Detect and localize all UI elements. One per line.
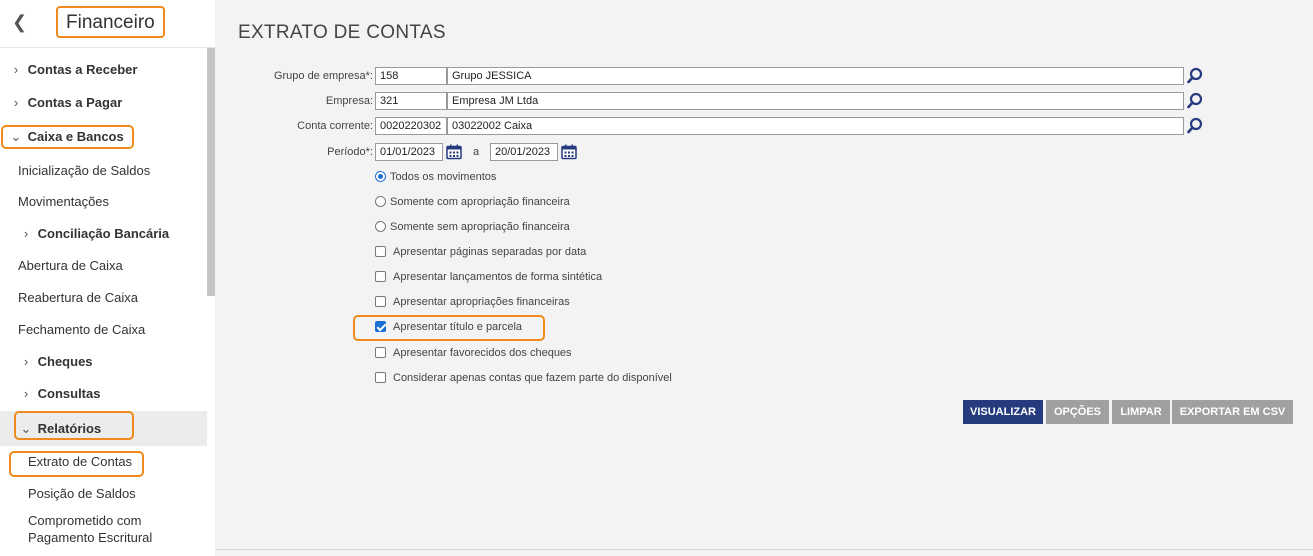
sidebar-item-posicao-de-saldos[interactable]: Posição de Saldos	[0, 480, 207, 508]
checkbox-label: Considerar apenas contas que fazem parte…	[393, 372, 672, 384]
sidebar-item-label: Comprometido com	[28, 513, 142, 528]
checkbox-label: Apresentar lançamentos de forma sintétic…	[393, 271, 603, 283]
checkbox-forma-sintetica[interactable]: Apresentar lançamentos de forma sintétic…	[375, 269, 602, 285]
sidebar-item-reabertura-de-caixa[interactable]: Reabertura de Caixa	[0, 284, 207, 312]
opcoes-button[interactable]: OPÇÕES	[1046, 400, 1109, 424]
periodo-start-input[interactable]: 01/01/2023	[375, 143, 443, 161]
sidebar-item-label: Pagamento Escritural	[28, 530, 153, 545]
chevron-right-icon: ›	[13, 95, 19, 110]
empresa-label: Empresa:	[325, 95, 373, 107]
sidebar-item-label: Posição de Saldos	[28, 486, 136, 501]
sidebar-item-label: Reabertura de Caixa	[18, 290, 138, 305]
checkbox-label: Apresentar favorecidos dos cheques	[393, 347, 572, 359]
sidebar-item-label: Fechamento de Caixa	[18, 322, 146, 337]
checkbox[interactable]	[375, 372, 386, 383]
checkbox[interactable]	[375, 246, 386, 257]
search-icon[interactable]	[1186, 117, 1204, 135]
sidebar-item-label: Consultas	[37, 386, 101, 401]
sidebar-item-pagamento-escritural[interactable]: Pagamento Escritural	[0, 529, 207, 546]
conta-label: Conta corrente:	[297, 120, 373, 132]
sidebar-item-comprometido[interactable]: Comprometido com	[0, 512, 207, 529]
sidebar-item-inicializacao-de-saldos[interactable]: Inicialização de Saldos	[0, 157, 207, 185]
sidebar-item-fechamento-de-caixa[interactable]: Fechamento de Caixa	[0, 316, 207, 344]
empresa-code-input[interactable]: 321	[375, 92, 447, 110]
back-arrow-icon[interactable]: ❮	[12, 12, 27, 32]
checkbox[interactable]	[375, 271, 386, 282]
sidebar-title: Financeiro	[56, 6, 165, 38]
checkbox-label: Apresentar apropriações financeiras	[393, 296, 570, 308]
conta-code-input[interactable]: 0020220302	[375, 117, 447, 135]
radio-button[interactable]	[375, 171, 386, 182]
radio-label: Somente com apropriação financeira	[390, 196, 570, 208]
highlight-caixa-e-bancos	[1, 125, 134, 149]
sidebar-header: ❮ Financeiro	[0, 0, 215, 48]
sidebar-item-abertura-de-caixa[interactable]: Abertura de Caixa	[0, 252, 207, 280]
sidebar-item-cheques[interactable]: › Cheques	[0, 348, 207, 376]
radio-com-apropriacao[interactable]: Somente com apropriação financeira	[375, 194, 570, 210]
sidebar-item-contas-a-pagar[interactable]: › Contas a Pagar	[0, 89, 207, 117]
calendar-icon[interactable]	[561, 144, 577, 160]
sidebar-item-label: Inicialização de Saldos	[18, 163, 151, 178]
search-icon[interactable]	[1186, 67, 1204, 85]
radio-button[interactable]	[375, 221, 386, 232]
main-content: EXTRATO DE CONTAS Grupo de empresa*: 158…	[215, 0, 1313, 556]
sidebar-item-label: Movimentações	[18, 194, 110, 209]
radio-todos-movimentos[interactable]: Todos os movimentos	[375, 169, 496, 185]
sidebar: ❮ Financeiro › Contas a Receber › Contas…	[0, 0, 215, 556]
highlight-relatorios	[14, 411, 134, 440]
search-icon[interactable]	[1186, 92, 1204, 110]
sidebar-item-label: Contas a Pagar	[27, 95, 123, 110]
chevron-right-icon: ›	[23, 386, 29, 401]
radio-label: Todos os movimentos	[390, 171, 497, 183]
grupo-code-input[interactable]: 158	[375, 67, 447, 85]
checkbox-label: Apresentar páginas separadas por data	[393, 246, 587, 258]
sidebar-item-label: Cheques	[37, 354, 93, 369]
chevron-right-icon: ›	[13, 62, 19, 77]
checkbox-apropriacoes[interactable]: Apresentar apropriações financeiras	[375, 294, 570, 310]
sidebar-item-label: Conciliação Bancária	[37, 226, 170, 241]
checkbox[interactable]	[375, 347, 386, 358]
chevron-right-icon: ›	[23, 354, 29, 369]
conta-name-input[interactable]: 03022002 Caixa	[447, 117, 1184, 135]
radio-button[interactable]	[375, 196, 386, 207]
checkbox-favorecidos[interactable]: Apresentar favorecidos dos cheques	[375, 345, 572, 361]
sidebar-item-label: Contas a Receber	[27, 62, 138, 77]
visualizar-button[interactable]: VISUALIZAR	[963, 400, 1043, 424]
sidebar-scrollbar[interactable]	[207, 48, 215, 296]
chevron-right-icon: ›	[23, 226, 29, 241]
sidebar-item-movimentacoes[interactable]: Movimentações	[0, 188, 207, 216]
highlight-titulo-parcela	[353, 315, 545, 341]
grupo-name-input[interactable]: Grupo JESSICA	[447, 67, 1184, 85]
page-title: EXTRATO DE CONTAS	[238, 22, 446, 43]
periodo-label: Período*:	[327, 146, 373, 158]
checkbox-paginas-separadas[interactable]: Apresentar páginas separadas por data	[375, 244, 586, 260]
sidebar-item-label: Abertura de Caixa	[18, 258, 123, 273]
sidebar-item-consultas[interactable]: › Consultas	[0, 380, 207, 408]
checkbox[interactable]	[375, 296, 386, 307]
footer	[215, 549, 1313, 556]
grupo-label: Grupo de empresa*:	[273, 70, 373, 82]
sidebar-item-conciliacao-bancaria[interactable]: › Conciliação Bancária	[0, 220, 207, 248]
radio-sem-apropriacao[interactable]: Somente sem apropriação financeira	[375, 219, 570, 235]
highlight-extrato-de-contas	[9, 451, 144, 477]
calendar-icon[interactable]	[446, 144, 462, 160]
periodo-end-input[interactable]: 20/01/2023	[490, 143, 558, 161]
sidebar-item-contas-a-receber[interactable]: › Contas a Receber	[0, 56, 207, 84]
periodo-separator: a	[472, 146, 480, 158]
exportar-csv-button[interactable]: EXPORTAR EM CSV	[1172, 400, 1293, 424]
radio-label: Somente sem apropriação financeira	[390, 221, 570, 233]
checkbox-contas-disponivel[interactable]: Considerar apenas contas que fazem parte…	[375, 370, 672, 386]
empresa-name-input[interactable]: Empresa JM Ltda	[447, 92, 1184, 110]
limpar-button[interactable]: LIMPAR	[1112, 400, 1170, 424]
